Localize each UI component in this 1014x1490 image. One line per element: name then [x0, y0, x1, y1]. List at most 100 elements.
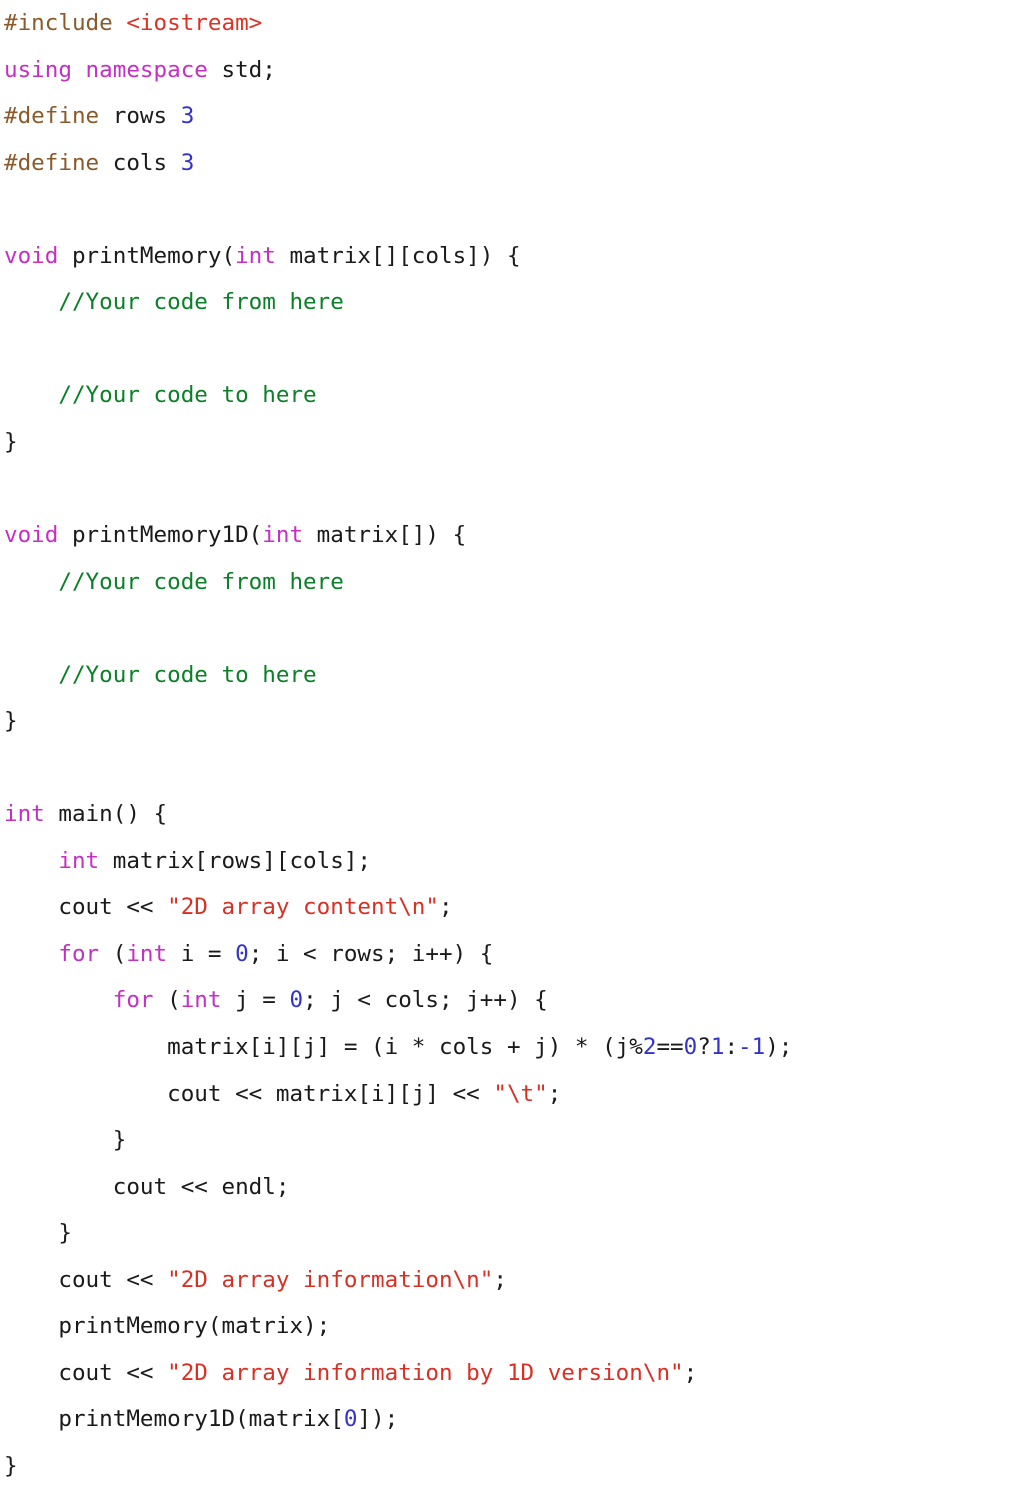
- code-token-inc: <iostream>: [126, 10, 263, 36]
- code-line[interactable]: }: [4, 698, 1014, 745]
- code-token-punc: }: [4, 1452, 18, 1479]
- code-token-punc: [4, 1313, 58, 1339]
- code-line[interactable]: #define cols 3: [4, 140, 1014, 187]
- code-line[interactable]: cout << matrix[i][j] << "\t";: [4, 1071, 1014, 1118]
- code-token-kw: int: [180, 987, 222, 1014]
- code-line[interactable]: using namespace std;: [4, 47, 1014, 94]
- code-line[interactable]: matrix[i][j] = (i * cols + j) * (j%2==0?…: [4, 1024, 1014, 1071]
- code-token-punc: [99, 150, 113, 176]
- code-token-kw: int: [262, 522, 304, 549]
- code-token-punc: [58, 522, 72, 548]
- code-line[interactable]: }: [4, 1117, 1014, 1164]
- code-line[interactable]: [4, 186, 1014, 233]
- code-token-punc: ;: [438, 894, 453, 921]
- code-token-id: (: [153, 987, 181, 1014]
- code-token-id: matrix[i][j] = (i * cols + j) * (j%: [167, 1034, 643, 1061]
- code-line[interactable]: printMemory1D(matrix[0]);: [4, 1396, 1014, 1443]
- code-token-id: j =: [221, 987, 290, 1014]
- code-token-punc: [4, 662, 58, 688]
- code-token-id: cout <<: [58, 1359, 168, 1386]
- code-line[interactable]: [4, 465, 1014, 512]
- code-token-id: printMemory1D(matrix[: [58, 1406, 344, 1433]
- code-token-punc: [4, 289, 58, 315]
- code-token-str: "2D array content\n": [167, 894, 439, 921]
- code-line[interactable]: [4, 605, 1014, 652]
- code-token-punc: [4, 382, 58, 408]
- code-line[interactable]: for (int j = 0; j < cols; j++) {: [4, 977, 1014, 1024]
- code-token-kw: void: [4, 242, 59, 269]
- code-token-id: (: [99, 940, 127, 967]
- code-token-id: ?: [697, 1034, 711, 1061]
- code-line[interactable]: void printMemory(int matrix[][cols]) {: [4, 233, 1014, 280]
- code-token-id: );: [765, 1034, 793, 1061]
- code-token-punc: [4, 941, 58, 967]
- code-token-id: printMemory1D(: [71, 522, 263, 549]
- code-line[interactable]: //Your code from here: [4, 279, 1014, 326]
- code-line[interactable]: [4, 326, 1014, 373]
- code-line[interactable]: cout << "2D array information\n";: [4, 1257, 1014, 1304]
- code-listing[interactable]: #include <iostream> using namespace std; #…: [4, 0, 1014, 1490]
- code-token-punc: ;: [683, 1359, 698, 1386]
- code-token-id: cout <<: [58, 1266, 168, 1293]
- code-line[interactable]: [4, 745, 1014, 792]
- code-token-cmt: //Your code to here: [58, 661, 317, 688]
- code-line[interactable]: #define rows 3: [4, 93, 1014, 140]
- code-token-punc: [58, 243, 72, 269]
- code-token-kw: int: [235, 242, 276, 269]
- code-token-punc: [4, 1081, 167, 1107]
- code-token-id: printMemory(matrix);: [58, 1313, 331, 1340]
- code-line[interactable]: int matrix[rows][cols];: [4, 838, 1014, 885]
- code-line[interactable]: for (int i = 0; i < rows; i++) {: [4, 931, 1014, 978]
- code-token-id: cols: [112, 149, 168, 176]
- code-token-kw: using namespace: [4, 56, 208, 83]
- code-token-punc: [167, 103, 181, 129]
- code-token-punc: }: [4, 1127, 127, 1154]
- code-line[interactable]: int main() {: [4, 791, 1014, 838]
- code-token-kw: for: [112, 987, 154, 1014]
- code-line[interactable]: }: [4, 419, 1014, 466]
- code-token-punc: [4, 1360, 58, 1386]
- code-token-punc: [4, 894, 58, 920]
- code-token-kw: void: [4, 522, 59, 549]
- code-line[interactable]: //Your code to here: [4, 372, 1014, 419]
- code-line[interactable]: }: [4, 1443, 1014, 1490]
- code-line[interactable]: }: [4, 1210, 1014, 1257]
- code-token-num: 0: [235, 940, 249, 967]
- code-token-punc: ;: [547, 1080, 562, 1107]
- code-token-num: 0: [289, 987, 304, 1014]
- code-token-id: rows: [112, 103, 168, 130]
- code-token-id: ; i < rows; i++) {: [248, 940, 494, 967]
- code-token-num: 0: [683, 1034, 698, 1061]
- code-token-str: "\t": [493, 1080, 548, 1107]
- code-token-id: cout << matrix[i][j] <<: [167, 1080, 494, 1107]
- code-line[interactable]: cout << endl;: [4, 1164, 1014, 1211]
- code-token-id: cout <<: [58, 894, 168, 921]
- code-line[interactable]: void printMemory1D(int matrix[]) {: [4, 512, 1014, 559]
- code-token-punc: [167, 150, 181, 176]
- code-line[interactable]: cout << "2D array information by 1D vers…: [4, 1350, 1014, 1397]
- code-line[interactable]: printMemory(matrix);: [4, 1303, 1014, 1350]
- code-token-punc: [4, 569, 58, 595]
- code-line[interactable]: cout << "2D array content\n";: [4, 884, 1014, 931]
- code-token-punc: [4, 1034, 167, 1060]
- code-token-id: i =: [167, 940, 236, 967]
- code-token-num: 3: [180, 149, 195, 176]
- code-token-kw: int: [126, 940, 168, 967]
- code-token-id: printMemory(: [71, 242, 236, 269]
- code-token-id: ; j < cols; j++) {: [303, 987, 548, 1014]
- code-token-cmt: //Your code from here: [58, 289, 344, 316]
- code-token-punc: }: [4, 428, 18, 455]
- code-token-punc: [4, 1406, 58, 1432]
- code-token-punc: }: [4, 1220, 72, 1247]
- code-line[interactable]: //Your code to here: [4, 652, 1014, 699]
- code-token-id: ]);: [357, 1406, 399, 1433]
- code-token-punc: [4, 1174, 113, 1200]
- code-token-id: matrix[]) {: [303, 522, 467, 549]
- code-token-id: matrix[rows][cols];: [99, 847, 372, 874]
- code-line[interactable]: //Your code from here: [4, 559, 1014, 606]
- code-token-id: std;: [221, 56, 276, 83]
- code-token-id: ==: [656, 1034, 684, 1061]
- code-line[interactable]: #include <iostream>: [4, 0, 1014, 47]
- code-token-punc: [4, 848, 58, 874]
- code-token-pre: #define: [4, 103, 100, 130]
